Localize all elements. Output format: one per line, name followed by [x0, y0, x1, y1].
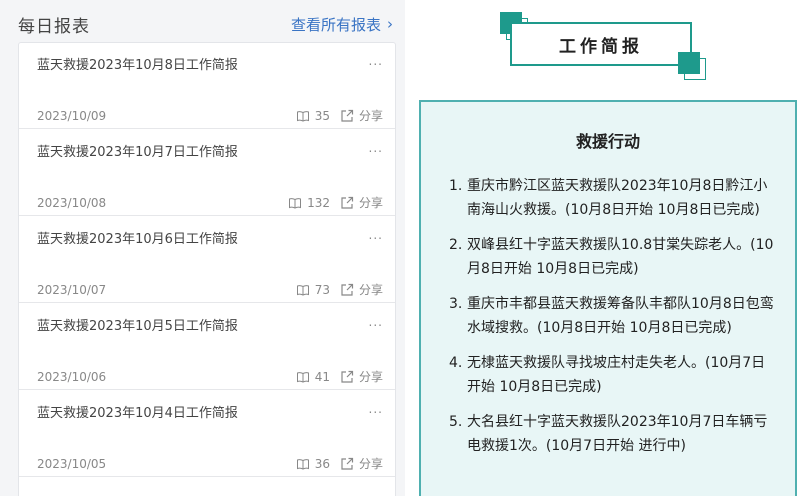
rescue-item: 5. 大名县红十字蓝天救援队2023年10月7日车辆亏电救援1次。(10月7日开始…: [449, 410, 779, 458]
more-icon[interactable]: ...: [369, 402, 383, 416]
book-icon: [296, 110, 309, 122]
report-title: 蓝天救援2023年10月4日工作简报: [37, 406, 238, 421]
report-date: 2023/10/05: [37, 457, 107, 471]
badge-title: 工作简报: [559, 36, 643, 57]
item-text: 双峰县红十字蓝天救援队10.8甘棠失踪老人。(10月8日开始 10月8日已完成): [467, 237, 774, 277]
more-icon[interactable]: ...: [369, 54, 383, 68]
report-date: 2023/10/07: [37, 283, 107, 297]
report-list-item[interactable]: 蓝天救援2023年10月6日工作简报 ... 2023/10/07 73 分享: [19, 217, 395, 303]
report-title: 蓝天救援2023年10月7日工作简报: [37, 145, 238, 160]
report-meta: 132 分享: [288, 194, 383, 211]
view-count: 36: [296, 457, 330, 471]
reports-title: 每日报表: [18, 17, 90, 37]
book-icon: [296, 458, 309, 470]
view-count-value: 132: [307, 195, 330, 210]
view-all-reports-link[interactable]: 查看所有报表 ›: [291, 14, 393, 35]
view-count-value: 36: [314, 456, 330, 471]
report-list-item[interactable]: 蓝天救援2023年10月8日工作简报 ... 2023/10/09 35 分享: [19, 43, 395, 129]
share-button[interactable]: 分享: [340, 107, 383, 124]
share-label: 分享: [358, 196, 383, 210]
book-icon: [296, 371, 309, 383]
item-number: 4.: [449, 355, 463, 371]
item-text: 大名县红十字蓝天救援队2023年10月7日车辆亏电救援1次。(10月7日开始 进…: [467, 414, 768, 454]
rescue-item: 4. 无棣蓝天救援队寻找坡庄村走失老人。(10月7日开始 10月8日已完成): [449, 351, 779, 399]
corner-outline-icon: [684, 58, 706, 80]
reports-header: 每日报表 查看所有报表 ›: [18, 12, 393, 37]
share-icon: [341, 283, 354, 296]
report-date: 2023/10/09: [37, 109, 107, 123]
book-icon: [289, 197, 302, 209]
more-icon[interactable]: ...: [369, 315, 383, 329]
share-icon: [341, 457, 354, 470]
share-button[interactable]: 分享: [340, 281, 383, 298]
share-label: 分享: [358, 457, 383, 471]
view-all-label: 查看所有报表: [290, 16, 381, 34]
item-number: 1.: [449, 178, 463, 194]
view-count-value: 35: [314, 108, 330, 123]
report-list-item[interactable]: 蓝天救援2023年10月7日工作简报 ... 2023/10/08 132 分享: [19, 130, 395, 216]
report-list: 蓝天救援2023年10月8日工作简报 ... 2023/10/09 35 分享 …: [18, 42, 396, 496]
more-icon[interactable]: ...: [369, 141, 383, 155]
view-count-value: 73: [314, 282, 330, 297]
item-text: 重庆市黔江区蓝天救援队2023年10月8日黔江小南海山火救援。(10月8日开始 …: [467, 178, 768, 218]
chevron-right-icon: ›: [387, 15, 393, 33]
view-count: 41: [296, 370, 330, 384]
item-text: 无棣蓝天救援队寻找坡庄村走失老人。(10月7日开始 10月8日已完成): [467, 355, 766, 395]
rescue-item: 2. 双峰县红十字蓝天救援队10.8甘棠失踪老人。(10月8日开始 10月8日已完…: [449, 233, 779, 281]
rescue-list: 1. 重庆市黔江区蓝天救援队2023年10月8日黔江小南海山火救援。(10月8日开…: [449, 174, 779, 469]
share-label: 分享: [358, 109, 383, 123]
briefing-panel: 工作简报 救援行动 1. 重庆市黔江区蓝天救援队2023年10月8日黔江小南海山火…: [405, 0, 800, 496]
reports-panel: 每日报表 查看所有报表 › 蓝天救援2023年10月8日工作简报 ... 202…: [0, 0, 405, 496]
book-icon: [296, 284, 309, 296]
report-meta: 73 分享: [296, 281, 383, 298]
share-label: 分享: [358, 370, 383, 384]
share-icon: [341, 109, 354, 122]
report-title: 蓝天救援2023年10月5日工作简报: [37, 319, 238, 334]
share-button[interactable]: 分享: [340, 194, 383, 211]
report-title: 蓝天救援2023年10月8日工作简报: [37, 58, 238, 73]
badge-frame: 工作简报: [510, 22, 692, 66]
report-title: 蓝天救援2023年10月6日工作简报: [37, 232, 238, 247]
item-number: 3.: [449, 296, 463, 312]
share-icon: [341, 370, 354, 383]
briefing-badge: 工作简报: [500, 10, 710, 80]
item-text: 重庆市丰都县蓝天救援筹备队丰都队10月8日包鸾水域搜救。(10月8日开始 10月…: [467, 296, 774, 336]
share-icon: [341, 196, 354, 209]
share-button[interactable]: 分享: [340, 368, 383, 385]
view-count: 73: [296, 283, 330, 297]
rescue-item: 3. 重庆市丰都县蓝天救援筹备队丰都队10月8日包鸾水域搜救。(10月8日开始 1…: [449, 292, 779, 340]
card-title: 救援行动: [575, 132, 640, 151]
report-meta: 36 分享: [296, 455, 383, 472]
more-icon[interactable]: ...: [369, 228, 383, 242]
report-date: 2023/10/08: [37, 196, 107, 210]
rescue-card: 救援行动 1. 重庆市黔江区蓝天救援队2023年10月8日黔江小南海山火救援。(1…: [419, 100, 797, 496]
share-label: 分享: [358, 283, 383, 297]
view-count: 35: [296, 109, 330, 123]
share-button[interactable]: 分享: [340, 455, 383, 472]
rescue-item: 1. 重庆市黔江区蓝天救援队2023年10月8日黔江小南海山火救援。(10月8日开…: [449, 174, 779, 222]
report-meta: 41 分享: [296, 368, 383, 385]
item-number: 2.: [449, 237, 463, 253]
report-meta: 35 分享: [296, 107, 383, 124]
view-count-value: 41: [314, 369, 330, 384]
item-number: 5.: [449, 414, 463, 430]
view-count: 132: [288, 196, 330, 210]
report-list-item[interactable]: 蓝天救援2023年10月5日工作简报 ... 2023/10/06 41 分享: [19, 304, 395, 390]
report-date: 2023/10/06: [37, 370, 107, 384]
report-list-item[interactable]: 蓝天救援2023年10月4日工作简报 ... 2023/10/05 36 分享: [19, 391, 395, 477]
